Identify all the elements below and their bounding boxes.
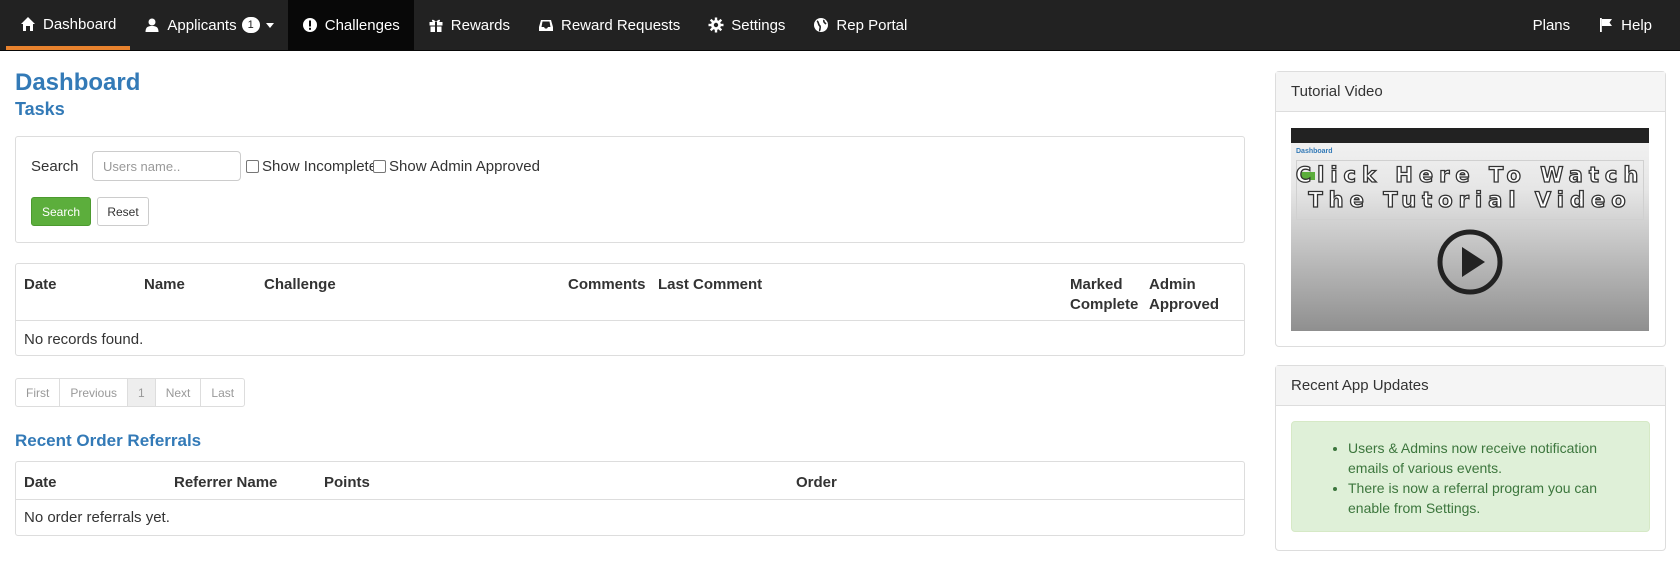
nav-help[interactable]: Help (1584, 0, 1666, 50)
updates-panel: Recent App Updates Users & Admins now re… (1275, 365, 1666, 551)
tasks-table: Date Name Challenge Comments Last Commen… (15, 263, 1245, 356)
col-name: Name (144, 276, 185, 293)
col-admin-approved: Admin Approved (1149, 276, 1220, 313)
search-input[interactable] (92, 151, 241, 181)
play-icon[interactable] (1437, 229, 1503, 295)
show-admin-approved-box[interactable] (373, 160, 386, 173)
table-divider (16, 320, 1244, 321)
nav-applicants-label: Applicants (167, 16, 237, 34)
tutorial-panel: Tutorial Video Dashboard Click Here To W… (1275, 71, 1666, 347)
update-item: Users & Admins now receive notification … (1348, 438, 1633, 478)
nav-dashboard[interactable]: Dashboard (6, 0, 131, 50)
applicants-count-badge: 1 (241, 17, 260, 33)
page-title: Dashboard (15, 69, 141, 96)
update-item: There is now a referral program you can … (1348, 478, 1633, 518)
gift-icon (428, 17, 444, 33)
exclamation-circle-icon (302, 17, 318, 33)
nav-rep-portal-label: Rep Portal (836, 16, 908, 34)
referrals-table: Date Referrer Name Points Order No order… (15, 461, 1245, 536)
col-marked-complete: Marked Complete (1070, 276, 1139, 313)
col-last-comment: Last Comment (658, 276, 763, 293)
nav-help-label: Help (1621, 16, 1652, 34)
tasks-search-panel: Search Show Incomplete Show Admin Approv… (15, 136, 1245, 243)
tutorial-heading: Tutorial Video (1276, 72, 1665, 112)
inbox-icon (538, 17, 554, 33)
page-previous[interactable]: Previous (59, 379, 127, 406)
updates-list: Users & Admins now receive notification … (1348, 438, 1633, 518)
nav-plans[interactable]: Plans (1519, 0, 1585, 50)
nav-challenges[interactable]: Challenges (287, 0, 414, 50)
chevron-down-icon (265, 22, 274, 28)
tasks-heading: Tasks (15, 99, 65, 119)
nav-rep-portal[interactable]: Rep Portal (799, 0, 921, 50)
nav-settings-label: Settings (731, 16, 786, 34)
page-last[interactable]: Last (200, 379, 244, 406)
nav-settings[interactable]: Settings (694, 0, 799, 50)
page-current[interactable]: 1 (127, 379, 155, 406)
flag-icon (1598, 17, 1614, 33)
show-admin-approved-checkbox[interactable]: Show Admin Approved (373, 158, 540, 175)
col-referrer-name: Referrer Name (174, 474, 278, 491)
updates-alert: Users & Admins now receive notification … (1291, 421, 1650, 532)
nav-right: Plans Help (1519, 0, 1666, 50)
nav-applicants[interactable]: Applicants 1 (130, 0, 287, 50)
table-divider (16, 499, 1244, 500)
show-admin-approved-label: Show Admin Approved (389, 158, 540, 175)
pagination: First Previous 1 Next Last (15, 378, 246, 407)
tasks-empty-message: No records found. (24, 331, 144, 348)
col-points: Points (324, 474, 370, 491)
referrals-heading: Recent Order Referrals (15, 431, 202, 450)
user-icon (144, 17, 160, 33)
thumbnail-navbar (1291, 128, 1649, 143)
col-order: Order (796, 474, 837, 491)
show-incomplete-box[interactable] (246, 160, 259, 173)
reset-button[interactable]: Reset (97, 197, 149, 226)
col-ref-date: Date (24, 474, 57, 491)
nav-challenges-label: Challenges (324, 16, 400, 34)
home-icon (20, 16, 36, 32)
watch-line-1: Click Here To Watch (1295, 162, 1645, 187)
nav-dashboard-label: Dashboard (43, 15, 117, 33)
search-label: Search (31, 158, 79, 175)
col-date: Date (24, 276, 57, 293)
tutorial-video-thumbnail[interactable]: Dashboard Click Here To Watch The Tutori… (1291, 128, 1649, 331)
show-incomplete-label: Show Incomplete (262, 158, 378, 175)
gear-icon (708, 17, 724, 33)
referrals-empty-message: No order referrals yet. (24, 509, 170, 526)
thumbnail-title: Dashboard (1296, 148, 1333, 155)
show-incomplete-checkbox[interactable]: Show Incomplete (246, 158, 377, 175)
page-first[interactable]: First (16, 379, 59, 406)
nav-reward-requests[interactable]: Reward Requests (524, 0, 694, 50)
updates-heading: Recent App Updates (1276, 366, 1665, 406)
col-comments: Comments (568, 276, 646, 293)
nav-reward-requests-label: Reward Requests (560, 16, 681, 34)
col-challenge: Challenge (264, 276, 336, 293)
page-next[interactable]: Next (154, 379, 201, 406)
globe-icon (813, 17, 829, 33)
nav-left: Dashboard Applicants 1 Challenges Reward… (6, 0, 921, 50)
top-navbar: Dashboard Applicants 1 Challenges Reward… (0, 0, 1680, 51)
watch-line-2: The Tutorial Video (1308, 187, 1632, 212)
search-button[interactable]: Search (31, 197, 91, 226)
nav-rewards[interactable]: Rewards (414, 0, 524, 50)
nav-rewards-label: Rewards (450, 16, 510, 34)
nav-plans-label: Plans (1532, 16, 1571, 34)
